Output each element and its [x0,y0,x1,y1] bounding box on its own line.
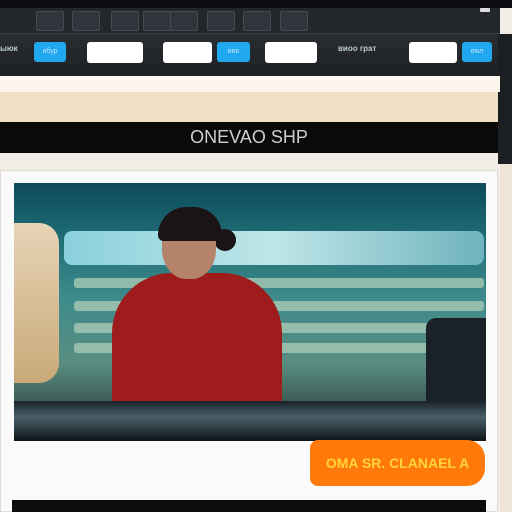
page-title: ONEVAO SHP [0,122,498,153]
address-strip [0,76,500,92]
blue-button-1[interactable]: ибур [34,42,66,62]
tool-button[interactable] [170,11,198,31]
control-bar: ыюк ибур ввв виоо грат вмл [0,34,500,76]
scrollbar[interactable] [500,164,512,512]
input-field-1[interactable] [87,42,143,63]
window-control-icon[interactable] [480,8,490,12]
control-label: виоо грат [338,44,377,53]
toolbar [0,8,500,34]
cta-button[interactable]: OMA SR. CLANAEL A [310,440,485,486]
top-bar [0,0,512,8]
hero-image [14,183,486,441]
side-panel [498,34,512,164]
blue-button-3[interactable]: вмл [462,42,492,62]
banner [0,92,498,122]
footer-bar [12,500,486,512]
tool-button[interactable] [143,11,171,31]
input-field-4[interactable] [409,42,457,63]
control-label: ыюк [0,44,18,53]
blue-button-2[interactable]: ввв [217,42,250,62]
tool-button[interactable] [280,11,308,31]
tool-button[interactable] [207,11,235,31]
tool-button[interactable] [36,11,64,31]
tool-button[interactable] [72,11,100,31]
input-field-3[interactable] [265,42,317,63]
input-field-2[interactable] [163,42,212,63]
tool-button[interactable] [243,11,271,31]
tool-button[interactable] [111,11,139,31]
